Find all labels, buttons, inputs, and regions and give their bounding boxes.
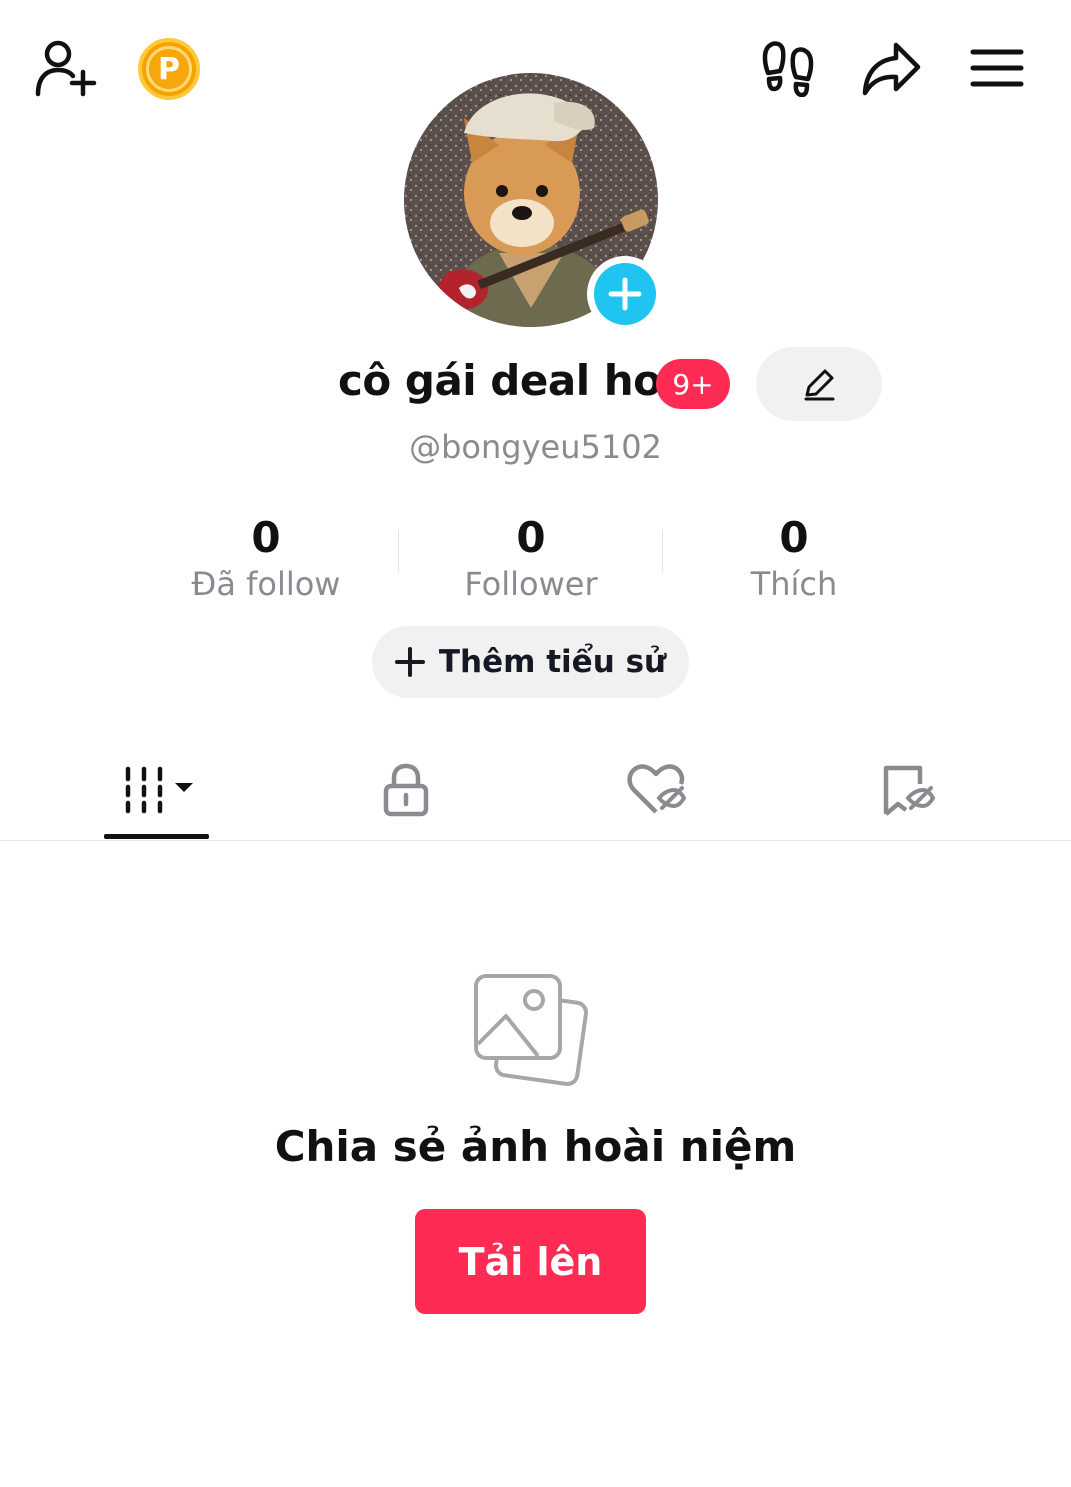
add-friend-button[interactable]	[30, 36, 100, 100]
stat-label: Thích	[750, 565, 838, 603]
coin-button[interactable]: P	[137, 37, 201, 101]
profile-views-button[interactable]	[758, 38, 818, 98]
stat-divider	[662, 530, 663, 572]
share-button[interactable]	[858, 38, 924, 100]
menu-button[interactable]	[966, 44, 1028, 92]
photos-icon	[472, 972, 589, 1088]
tab-private[interactable]	[326, 740, 486, 840]
coin-icon: P	[138, 38, 200, 100]
add-bio-label: Thêm tiểu sử	[438, 644, 667, 680]
tab-divider	[0, 840, 1071, 841]
stat-likes[interactable]: 0 Thích	[674, 512, 914, 604]
stat-label: Đã follow	[191, 565, 341, 603]
notification-badge[interactable]: 9+	[656, 359, 730, 409]
footprints-icon	[762, 41, 814, 97]
person-plus-icon	[35, 40, 97, 97]
hamburger-menu-icon	[970, 49, 1024, 87]
upload-button[interactable]: Tải lên	[415, 1209, 646, 1314]
plus-icon	[394, 647, 425, 677]
lock-icon	[383, 763, 429, 817]
grid-icon	[125, 766, 193, 814]
tab-liked[interactable]	[576, 740, 736, 840]
edit-profile-button[interactable]	[756, 347, 882, 421]
share-arrow-icon	[862, 42, 921, 96]
plus-icon	[594, 263, 656, 325]
stat-divider	[398, 530, 399, 572]
empty-state-title: Chia sẻ ảnh hoài niệm	[274, 1122, 797, 1171]
stat-following[interactable]: 0 Đã follow	[146, 512, 386, 604]
avatar-add-button[interactable]	[587, 256, 663, 332]
active-tab-indicator	[104, 834, 209, 839]
coin-letter: P	[146, 46, 192, 92]
add-bio-button[interactable]: Thêm tiểu sử	[372, 626, 689, 698]
tab-favorites[interactable]	[828, 740, 988, 840]
heart-hidden-icon	[627, 764, 686, 814]
bookmark-hidden-icon	[883, 765, 936, 816]
profile-name: cô gái deal hot	[338, 356, 682, 405]
profile-handle: @bongyeu5102	[409, 428, 662, 466]
pencil-icon	[804, 369, 835, 401]
tab-videos[interactable]	[82, 740, 242, 840]
stat-followers[interactable]: 0 Follower	[411, 512, 651, 604]
stat-label: Follower	[464, 565, 598, 603]
stat-value: 0	[516, 513, 546, 562]
stat-value: 0	[251, 513, 281, 562]
stat-value: 0	[779, 513, 809, 562]
